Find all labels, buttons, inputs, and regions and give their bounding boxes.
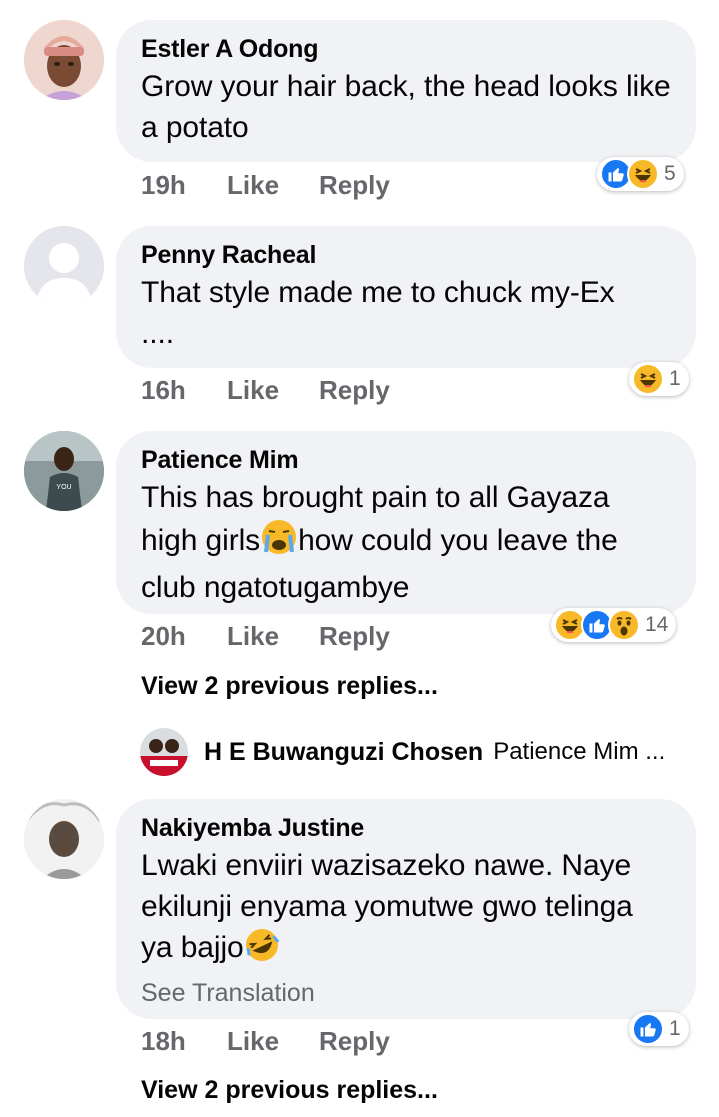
reaction-count: 5: [664, 162, 676, 185]
see-translation-link[interactable]: See Translation: [141, 978, 672, 1008]
comment-author[interactable]: Nakiyemba Justine: [141, 813, 672, 843]
view-previous-replies-link[interactable]: View 2 previous replies...: [141, 672, 438, 701]
comment-timestamp[interactable]: 16h: [141, 375, 227, 406]
comment-text: That style made me to chuck my-Ex ....: [141, 276, 615, 350]
profile-photo-icon: [140, 728, 188, 776]
comment-actions: 16h Like Reply: [141, 375, 390, 406]
rolling-laughing-face-icon: [244, 927, 280, 974]
default-avatar-icon: [24, 226, 104, 306]
haha-reaction-icon: [632, 363, 664, 395]
reaction-summary[interactable]: 5: [597, 157, 684, 191]
reply-button[interactable]: Reply: [319, 375, 390, 406]
comment-timestamp[interactable]: 19h: [141, 170, 227, 201]
comment-timestamp[interactable]: 20h: [141, 621, 227, 652]
reply-author[interactable]: H E Buwanguzi Chosen: [204, 738, 483, 767]
profile-photo-icon: [24, 799, 104, 879]
reply-button[interactable]: Reply: [319, 170, 390, 201]
wow-reaction-icon: [608, 609, 640, 641]
comment-actions: 18h Like Reply: [141, 1026, 390, 1057]
comment-bubble[interactable]: Patience Mim This has brought pain to al…: [116, 431, 696, 614]
avatar[interactable]: [24, 226, 104, 306]
comment-text-part: Lwaki enviiri wazisazeko nawe. Naye ekil…: [141, 849, 633, 964]
comment-author[interactable]: Penny Racheal: [141, 240, 672, 270]
svg-text:YOU: YOU: [56, 484, 71, 491]
comment-actions: 20h Like Reply: [141, 621, 390, 652]
comment-bubble[interactable]: Nakiyemba Justine Lwaki enviiri wazisaze…: [116, 799, 696, 1019]
comment-timestamp[interactable]: 18h: [141, 1026, 227, 1057]
haha-reaction-icon: [627, 158, 659, 190]
comment-text: Lwaki enviiri wazisazeko nawe. Naye ekil…: [141, 845, 672, 974]
like-button[interactable]: Like: [227, 170, 319, 201]
crying-face-icon: [260, 518, 298, 567]
reaction-count: 1: [669, 1017, 681, 1040]
reply-button[interactable]: Reply: [319, 1026, 390, 1057]
avatar[interactable]: [24, 799, 104, 879]
comment-bubble[interactable]: Penny Racheal That style made me to chuc…: [116, 226, 696, 368]
view-previous-replies-link[interactable]: View 2 previous replies...: [141, 1076, 438, 1105]
reaction-count: 1: [669, 367, 681, 390]
comment-bubble[interactable]: Estler A Odong Grow your hair back, the …: [116, 20, 696, 162]
like-button[interactable]: Like: [227, 1026, 319, 1057]
profile-photo-icon: [24, 20, 104, 100]
reply-button[interactable]: Reply: [319, 621, 390, 652]
reaction-count: 14: [645, 613, 669, 636]
profile-photo-icon: YOU: [24, 431, 104, 511]
like-button[interactable]: Like: [227, 375, 319, 406]
comment-actions: 19h Like Reply: [141, 170, 390, 201]
comment-text: This has brought pain to all Gayaza high…: [141, 477, 672, 608]
avatar[interactable]: YOU: [24, 431, 104, 511]
like-button[interactable]: Like: [227, 621, 319, 652]
reply-text: Patience Mim ...: [493, 738, 666, 765]
avatar[interactable]: [24, 20, 104, 100]
comment-author[interactable]: Patience Mim: [141, 445, 672, 475]
comment-author[interactable]: Estler A Odong: [141, 34, 672, 64]
reaction-summary[interactable]: 1: [629, 1012, 689, 1046]
comment-text: Grow your hair back, the head looks like…: [141, 70, 671, 144]
like-reaction-icon: [632, 1013, 664, 1045]
avatar[interactable]: [140, 728, 188, 776]
reply-preview[interactable]: H E Buwanguzi Chosen Patience Mim ...: [140, 727, 665, 777]
reaction-summary[interactable]: 1: [629, 362, 689, 396]
reaction-summary[interactable]: 14: [551, 608, 677, 642]
